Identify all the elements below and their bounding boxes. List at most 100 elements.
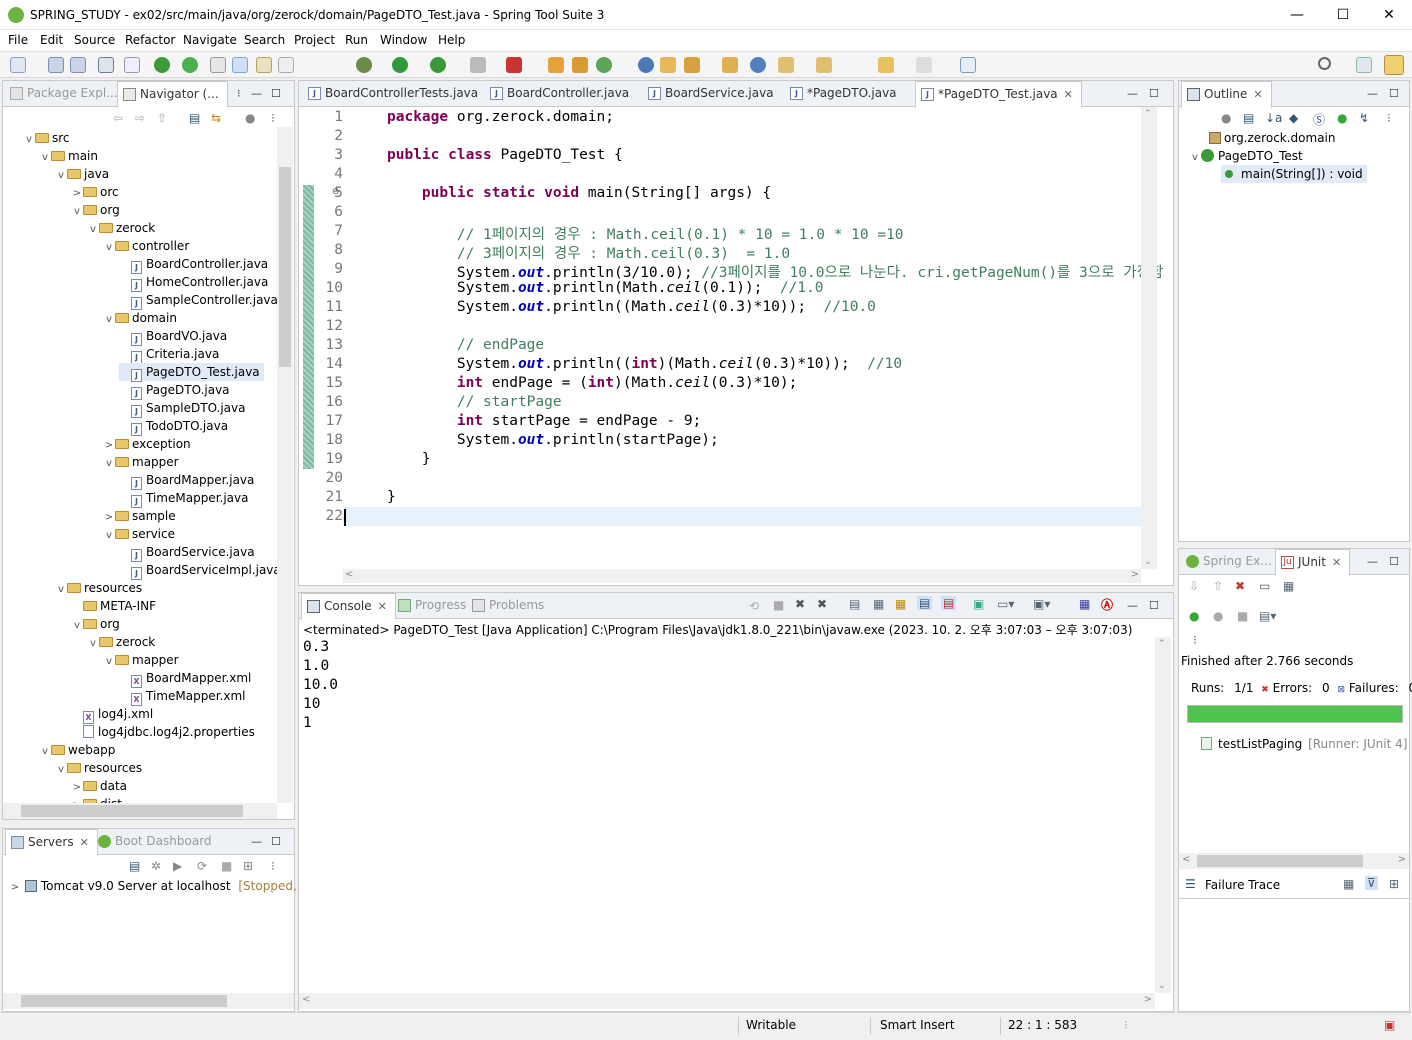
spring-perspective-icon[interactable]	[1384, 55, 1404, 75]
tab-junit[interactable]: Ju JUnit ✕	[1275, 549, 1351, 576]
filter-icon[interactable]: ●	[245, 111, 255, 125]
menu-project[interactable]: Project	[294, 33, 335, 47]
tree-item[interactable]: v zerock	[87, 219, 155, 237]
junit-scroll-lock-icon[interactable]: ▭	[1259, 579, 1270, 593]
junit-prev-failure-icon[interactable]: ⇧	[1213, 579, 1223, 593]
servers-collapse-icon[interactable]: ▤	[129, 859, 140, 873]
expanded-icon[interactable]: v	[55, 581, 67, 599]
tab-boot-dashboard[interactable]: Boot Dashboard	[93, 829, 220, 855]
back-nav-icon[interactable]: ⇦	[113, 111, 123, 125]
expanded-icon[interactable]: v	[55, 761, 67, 779]
new-spring-icon[interactable]	[596, 57, 612, 73]
junit-minimize-icon[interactable]: —	[1367, 555, 1378, 568]
tab-pagedto[interactable]: J *PageDTO.java	[785, 81, 905, 107]
tree-item[interactable]: v controller	[103, 237, 189, 255]
tree-item[interactable]: J BoardServiceImpl.java	[119, 561, 277, 580]
console-remove-all-icon[interactable]: ✖	[817, 597, 827, 611]
junit-maximize-icon[interactable]: ☐	[1389, 555, 1399, 568]
minimize-button[interactable]: —	[1274, 4, 1320, 26]
new-java-class-icon[interactable]	[572, 57, 588, 73]
tree-item[interactable]: J BoardService.java	[119, 543, 255, 562]
prev-annotation-icon[interactable]	[816, 57, 832, 73]
tree-item[interactable]: v mapper	[103, 453, 179, 471]
console-terminate-icon[interactable]: ⟲	[749, 599, 759, 613]
tree-item[interactable]: J BoardController.java	[119, 255, 268, 274]
outline-menu-icon[interactable]: ⁝	[1387, 111, 1391, 125]
tree-item[interactable]: v org	[71, 615, 120, 633]
copy-trace-icon[interactable]: ⊞	[1389, 877, 1399, 891]
coverage-icon[interactable]	[430, 57, 446, 73]
menu-file[interactable]: File	[8, 33, 28, 47]
server-expand-icon[interactable]: >	[9, 882, 21, 893]
tab-console[interactable]: Console ✕	[301, 593, 396, 620]
close-junit-tab-icon[interactable]: ✕	[1332, 556, 1341, 569]
outline-collapse-icon[interactable]: ▤	[1243, 111, 1254, 125]
junit-rerun-icon[interactable]: ●	[1189, 609, 1199, 623]
terminal-icon[interactable]	[98, 57, 114, 73]
outline-hide-nonpublic-icon[interactable]: ●	[1337, 111, 1347, 125]
tab-outline[interactable]: Outline ✕	[1181, 81, 1272, 108]
tree-item[interactable]: J PageDTO.java	[119, 381, 230, 400]
tree-hscroll-thumb[interactable]	[21, 805, 243, 817]
next-annotation-icon[interactable]	[778, 57, 794, 73]
expanded-icon[interactable]: v	[103, 653, 115, 671]
tree-item[interactable]: v mapper	[103, 651, 179, 669]
external-tools-icon[interactable]	[506, 57, 522, 73]
search-icon[interactable]	[1318, 57, 1331, 70]
minimize-view-icon[interactable]: —	[251, 87, 262, 100]
tree-vertical-scrollbar[interactable]	[277, 127, 293, 803]
open-task-icon[interactable]	[638, 57, 654, 73]
editor-hscrollbar[interactable]: < >	[343, 569, 1141, 583]
servers-minimize-icon[interactable]: —	[251, 835, 262, 848]
menu-run[interactable]: Run	[345, 33, 368, 47]
tree-item[interactable]: > sample	[103, 507, 176, 525]
junit-show-failures-icon[interactable]: ✖	[1235, 579, 1245, 593]
outline-expand-icon[interactable]: v	[1189, 149, 1201, 167]
status-notification-icon[interactable]: ▣	[1384, 1018, 1395, 1032]
console-properties-icon[interactable]: ▦	[1079, 597, 1090, 611]
tree-item[interactable]: J BoardMapper.java	[119, 471, 254, 490]
tree-item[interactable]: v java	[55, 165, 109, 183]
maximize-view-icon[interactable]: ☐	[271, 87, 281, 100]
back-icon[interactable]	[878, 57, 894, 73]
collapse-all-icon[interactable]: ▤	[189, 111, 200, 125]
code-area[interactable]: package org.zerock.domain; public class …	[343, 107, 1163, 567]
block-selection-icon[interactable]	[278, 57, 294, 73]
server-row[interactable]: > Tomcat v9.0 Server at localhost [Stopp…	[9, 879, 316, 893]
compare-results-icon[interactable]: ▦	[1343, 877, 1354, 891]
close-console-tab-icon[interactable]: ✕	[378, 600, 387, 613]
tab-progress[interactable]: Progress	[393, 593, 474, 619]
menu-refactor[interactable]: Refactor	[125, 33, 175, 47]
junit-menu-icon[interactable]: ⁝	[1193, 633, 1197, 647]
servers-profile-icon[interactable]: ⟳	[197, 859, 207, 873]
tree-item[interactable]: log4jdbc.log4j2.properties	[71, 723, 255, 741]
console-maximize-icon[interactable]: ☐	[1149, 599, 1159, 612]
tree-item[interactable]: Xlog4j.xml	[71, 705, 153, 724]
editor-maximize-icon[interactable]: ☐	[1149, 87, 1159, 100]
console-minimize-icon[interactable]: —	[1127, 599, 1138, 612]
tree-item[interactable]: J TodoDTO.java	[119, 417, 228, 436]
console-stop-icon[interactable]: ■	[773, 598, 784, 612]
junit-next-failure-icon[interactable]: ⇩	[1189, 579, 1199, 593]
tab-spring-explorer[interactable]: Spring Ex...	[1181, 549, 1280, 575]
debug-icon[interactable]	[356, 57, 372, 73]
tab-pagedto-test[interactable]: J *PageDTO_Test.java ✕	[915, 81, 1082, 108]
servers-debug-icon[interactable]: ✲	[151, 859, 161, 873]
console-clear-icon[interactable]: ▤	[849, 597, 860, 611]
tab-boardservice[interactable]: J BoardService.java	[643, 81, 782, 107]
pin-editor-icon[interactable]	[960, 57, 976, 73]
editor-vscrollbar[interactable]: ⌃ ⌄	[1141, 107, 1157, 569]
console-output[interactable]: 0.3 1.0 10.0 10 1	[299, 639, 1155, 989]
servers-start-icon[interactable]: ▶	[173, 859, 182, 873]
outline-method-row[interactable]: main(String[]) : void	[1221, 165, 1367, 183]
menu-search[interactable]: Search	[244, 33, 285, 47]
tree-item[interactable]: v src	[23, 129, 70, 147]
console-spring-icon[interactable]: Ⓐ	[1101, 596, 1113, 613]
view-menu-icon[interactable]: ⁝	[237, 87, 241, 100]
console-pin-icon[interactable]: ▣	[973, 597, 984, 611]
link-editor-icon[interactable]: ⇆	[211, 111, 221, 125]
expanded-icon[interactable]: v	[87, 635, 99, 653]
servers-maximize-icon[interactable]: ☐	[271, 835, 281, 848]
maximize-button[interactable]: ☐	[1320, 4, 1366, 26]
stop-icon[interactable]	[470, 57, 486, 73]
